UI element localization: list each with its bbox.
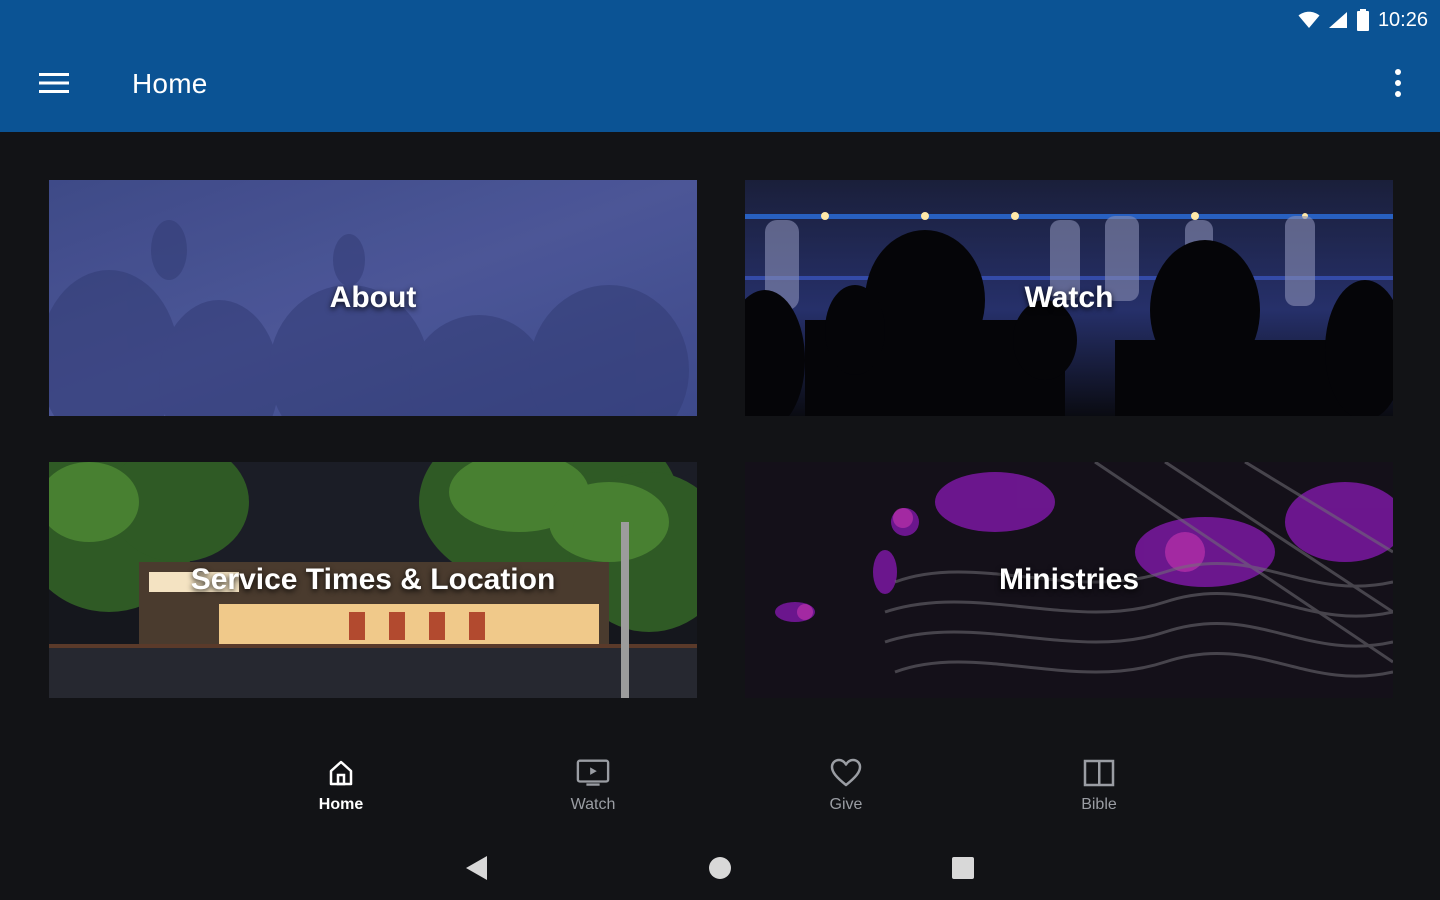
tile-watch[interactable]: Watch [745,180,1393,416]
home-circle-icon [707,855,733,886]
nav-label: Bible [1081,796,1117,813]
back-icon [463,854,489,887]
wifi-icon [1298,11,1320,29]
hamburger-menu-icon [39,72,69,99]
more-vert-icon [1395,68,1401,102]
tv-icon [576,756,610,790]
overflow-menu-button[interactable] [1386,66,1410,104]
tile-label: About [329,281,417,314]
status-bar: 10:26 [1298,6,1428,34]
page-title: Home [132,68,208,99]
recents-button[interactable] [943,850,983,890]
bottom-navigation: Home Watch Give Bible [0,740,1440,830]
tile-label: Ministries [998,563,1140,596]
tile-label: Watch [1024,281,1114,314]
home-icon [324,756,358,790]
nav-item-watch[interactable]: Watch [533,756,653,826]
system-navigation-bar [0,836,1440,900]
nav-label: Home [318,796,364,813]
heart-icon [829,756,863,790]
book-icon [1082,756,1116,790]
clock: 10:26 [1377,8,1428,31]
tile-label: Service Times & Location [190,563,556,596]
nav-label: Watch [570,796,616,813]
hamburger-menu-button[interactable] [36,70,72,100]
cell-signal-icon [1328,11,1348,29]
battery-icon [1356,9,1370,31]
back-button[interactable] [456,850,496,890]
nav-item-give[interactable]: Give [786,756,906,826]
nav-item-home[interactable]: Home [281,756,401,826]
tile-about[interactable]: About [49,180,697,416]
tile-service-times-location[interactable]: Service Times & Location [49,462,697,698]
nav-label: Give [829,796,863,813]
recents-icon [950,855,976,886]
app-bar: 10:26 Home [0,0,1440,132]
system-home-button[interactable] [700,850,740,890]
tile-ministries[interactable]: Ministries [745,462,1393,698]
nav-item-bible[interactable]: Bible [1039,756,1159,826]
